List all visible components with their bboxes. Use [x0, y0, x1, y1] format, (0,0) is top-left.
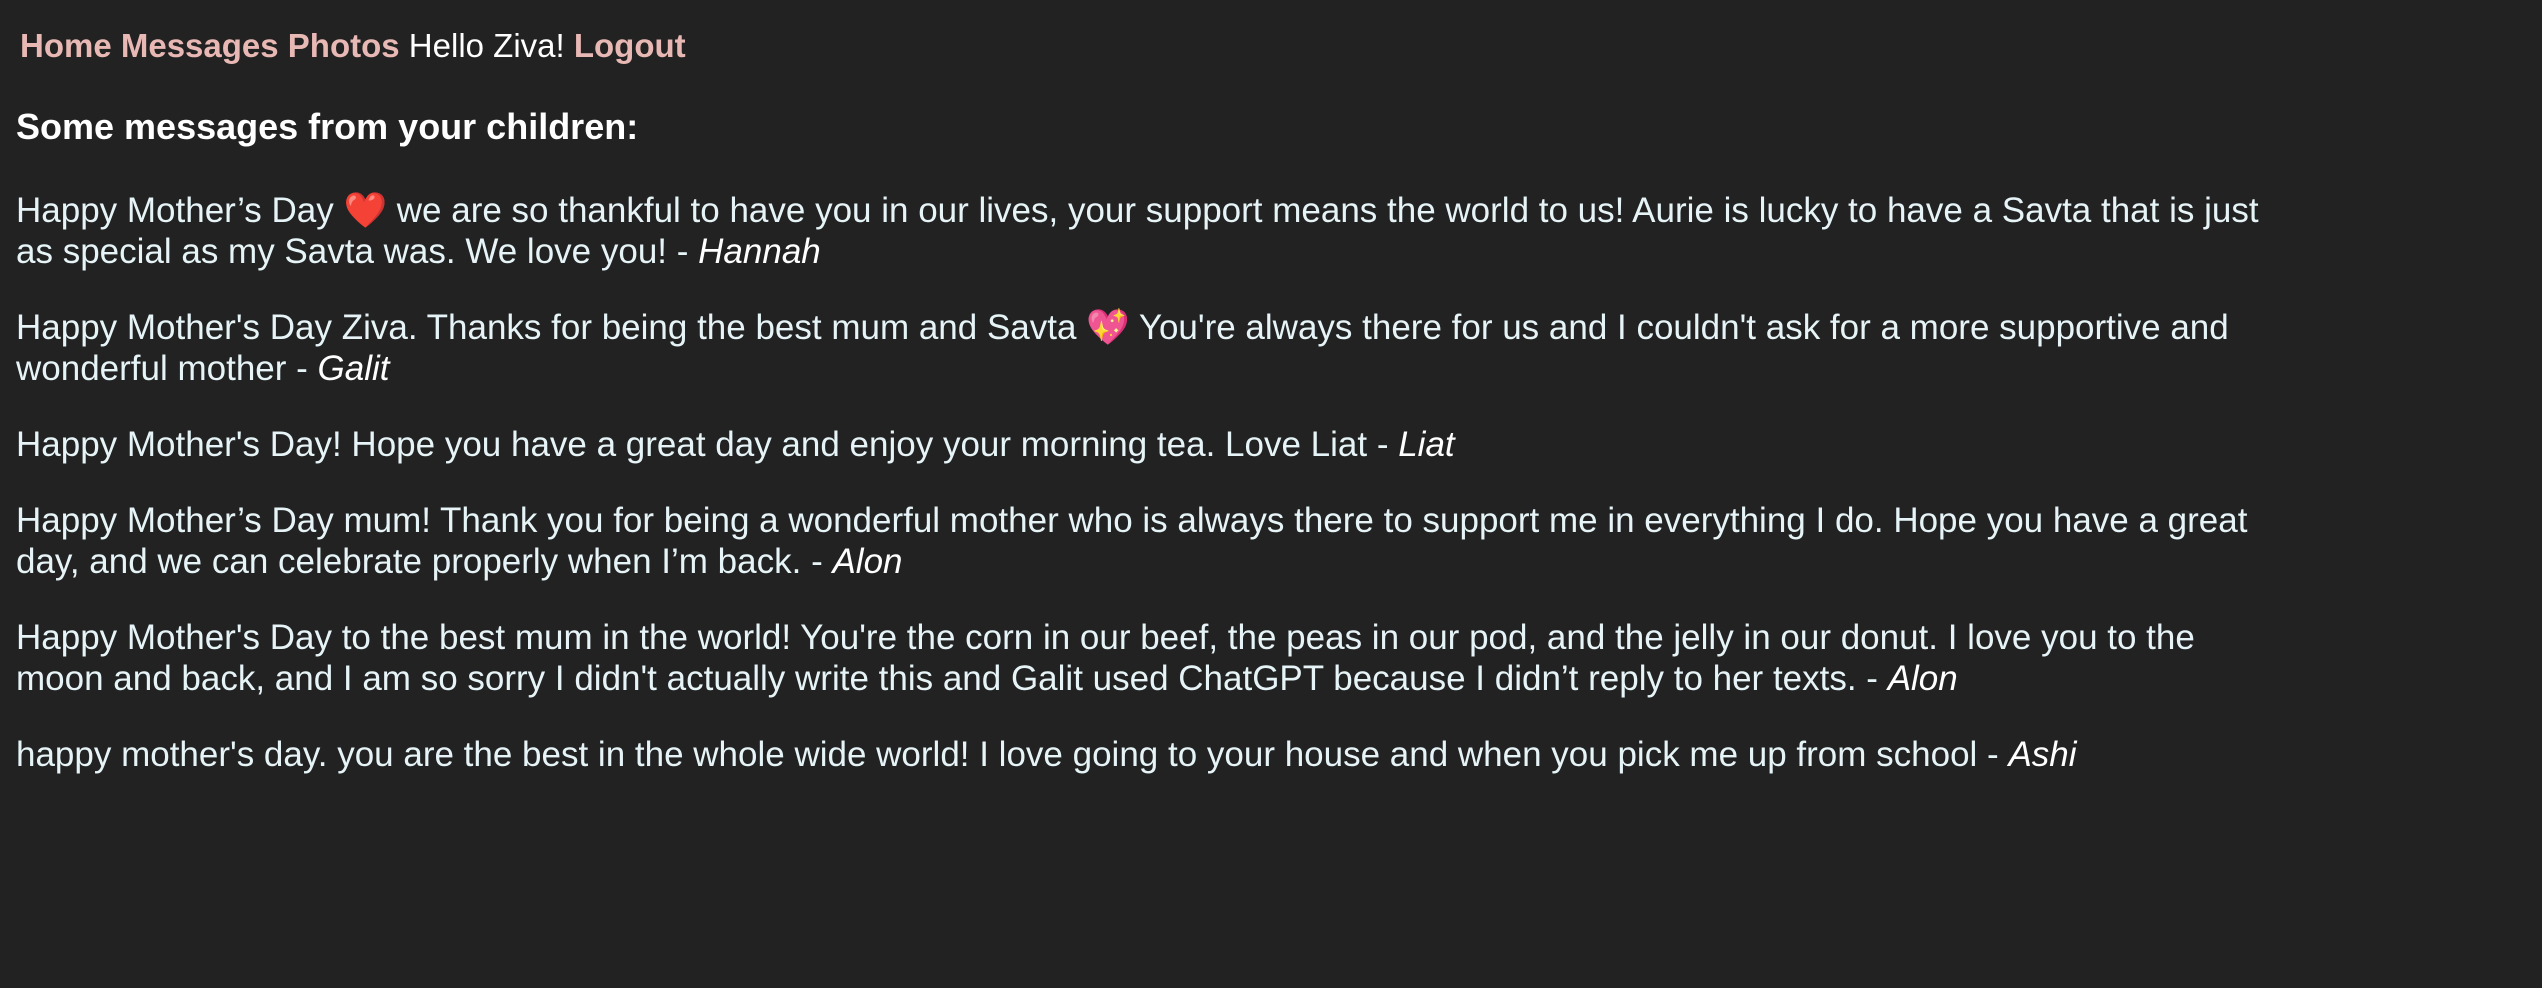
- message-text: Happy Mother's Day! Hope you have a grea…: [16, 425, 1368, 464]
- message-text: Happy Mother’s Day mum! Thank you for be…: [16, 501, 2248, 581]
- page: Home Messages Photos Hello Ziva! Logout …: [0, 0, 2542, 988]
- message-separator: -: [1856, 659, 1888, 698]
- message-text: Happy Mother’s Day ❤️ we are so thankful…: [16, 191, 2259, 271]
- nav-home-link[interactable]: Home: [20, 27, 112, 64]
- message-item: Happy Mother’s Day ❤️ we are so thankful…: [16, 190, 2276, 272]
- message-separator: -: [667, 232, 699, 271]
- page-heading: Some messages from your children:: [16, 106, 639, 147]
- message-item: happy mother's day. you are the best in …: [16, 734, 2276, 775]
- message-item: Happy Mother's Day Ziva. Thanks for bein…: [16, 307, 2276, 389]
- message-author: Hannah: [698, 232, 821, 271]
- nav-messages-link[interactable]: Messages: [121, 27, 279, 64]
- nav-photos-link[interactable]: Photos: [288, 27, 400, 64]
- message-separator: -: [1977, 735, 2009, 774]
- message-text: happy mother's day. you are the best in …: [16, 735, 1978, 774]
- message-list: Happy Mother’s Day ❤️ we are so thankful…: [16, 190, 2276, 810]
- message-separator: -: [801, 542, 833, 581]
- message-item: Happy Mother’s Day mum! Thank you for be…: [16, 500, 2276, 582]
- message-author: Alon: [1887, 659, 1958, 698]
- message-author: Ashi: [2008, 735, 2077, 774]
- message-author: Alon: [832, 542, 903, 581]
- message-author: Liat: [1398, 425, 1455, 464]
- message-separator: -: [1367, 425, 1399, 464]
- top-nav: Home Messages Photos Hello Ziva! Logout: [20, 26, 686, 66]
- message-separator: -: [286, 349, 318, 388]
- message-author: Galit: [317, 349, 390, 388]
- greeting-text: Hello Ziva!: [408, 27, 565, 64]
- message-item: Happy Mother's Day to the best mum in th…: [16, 617, 2276, 699]
- message-item: Happy Mother's Day! Hope you have a grea…: [16, 424, 2276, 465]
- nav-logout-link[interactable]: Logout: [574, 27, 686, 64]
